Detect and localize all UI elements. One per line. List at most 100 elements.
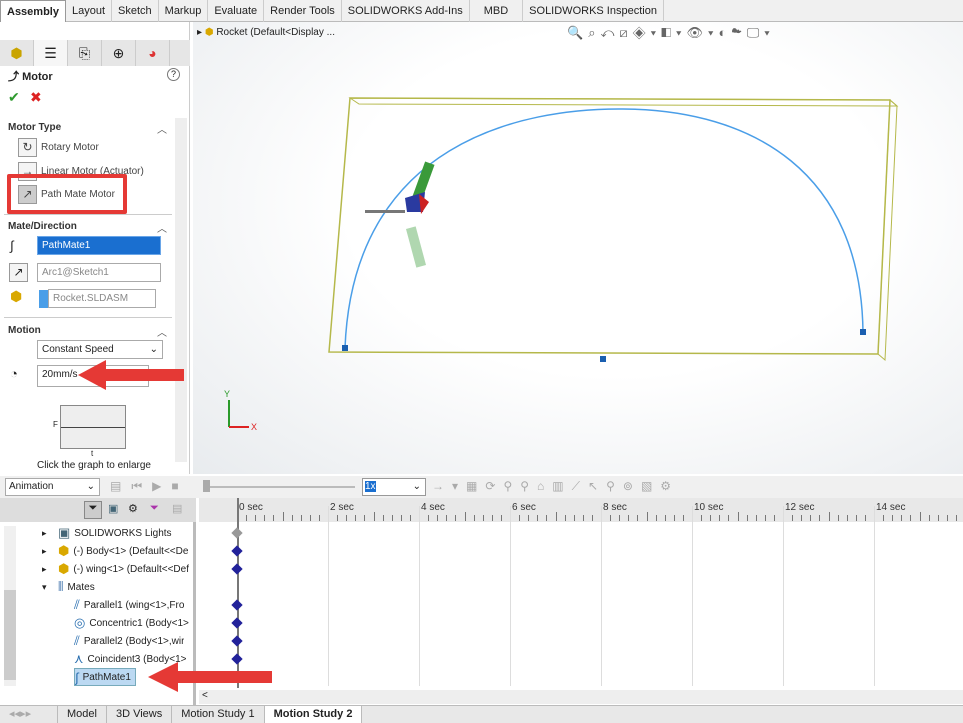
- coincident-icon: ⋏: [74, 651, 84, 666]
- tick: [409, 515, 411, 521]
- calculate-icon: ▤: [110, 479, 132, 493]
- tab-evaluate[interactable]: Evaluate: [208, 0, 265, 22]
- reverse-direction-icon[interactable]: ↗: [9, 263, 28, 282]
- rotary-motor-option[interactable]: ↻ Rotary Motor: [18, 138, 99, 157]
- tick: [919, 512, 921, 521]
- graph-caption: Click the graph to enlarge: [37, 460, 151, 471]
- expand-icon[interactable]: ▸: [42, 564, 54, 575]
- tick: [555, 512, 557, 521]
- keyframe[interactable]: [231, 545, 243, 557]
- motion-type-select[interactable]: Constant Speed ⌄: [37, 340, 163, 359]
- keyframe[interactable]: [231, 635, 243, 647]
- filter-results-icon[interactable]: ▤: [172, 502, 182, 515]
- motion-tools[interactable]: →▾▦⟳⚲⚲⌂▥⟋↖⚲⊚▧⚙: [432, 479, 679, 494]
- tick: [682, 515, 684, 521]
- filter-selected-icon[interactable]: ⏷: [150, 502, 159, 515]
- chevron-down-icon: ⌄: [412, 481, 421, 492]
- tab-assembly[interactable]: Assembly: [0, 0, 66, 22]
- playback-controls[interactable]: ▤⏮▶■: [110, 479, 189, 494]
- tree-scrollbar[interactable]: [4, 526, 16, 686]
- playback-speed-value: 1x: [365, 481, 376, 492]
- tree-row[interactable]: ◎ Concentric1 (Body<1>: [74, 614, 189, 632]
- tab-sketch[interactable]: Sketch: [112, 0, 159, 22]
- tick: [855, 515, 857, 521]
- graphics-area[interactable]: ▸ ⬢ Rocket (Default<Display ... 🔍⌕⤺⧄◈▾◧▾…: [193, 22, 963, 474]
- study-type-select[interactable]: Animation ⌄: [5, 478, 100, 496]
- tick: [273, 515, 275, 521]
- tree-row[interactable]: ▸ ⬢ (-) Body<1> (Default<<De: [42, 542, 188, 560]
- config-manager-tab-icon[interactable]: ⎘: [68, 40, 102, 66]
- direction-field[interactable]: Arc1@Sketch1: [37, 263, 161, 282]
- tab-solidworks-inspection[interactable]: SOLIDWORKS Inspection: [523, 0, 664, 22]
- dimxpert-tab-icon[interactable]: ⊕: [102, 40, 136, 66]
- keyframe[interactable]: [231, 617, 243, 629]
- tick: [837, 515, 839, 521]
- timeline[interactable]: 0 sec 2 sec 4 sec 6 sec 8 sec 10 sec 12 sec 14 …: [199, 498, 963, 706]
- tick: [491, 515, 493, 521]
- tab-solidworks-addins[interactable]: SOLIDWORKS Add-Ins: [342, 0, 470, 22]
- svg-text:X: X: [251, 422, 257, 432]
- tick: [428, 515, 430, 521]
- tab-markup[interactable]: Markup: [159, 0, 209, 22]
- tab-layout[interactable]: Layout: [66, 0, 113, 22]
- appearance-tab-icon[interactable]: ◕: [136, 40, 170, 66]
- tick: [846, 515, 848, 521]
- tick: [528, 515, 530, 521]
- tree-row-label: SOLIDWORKS Lights: [74, 527, 172, 539]
- filter-animated-icon[interactable]: ▣: [108, 502, 118, 515]
- help-button[interactable]: ?: [167, 68, 180, 81]
- tree-row[interactable]: ∫ PathMate1: [74, 668, 136, 686]
- filter-driving-icon[interactable]: ⚙: [128, 502, 138, 515]
- playback-slider[interactable]: [203, 480, 355, 492]
- tab-model[interactable]: Model: [58, 706, 107, 723]
- tick: [646, 512, 648, 521]
- gridline: [601, 506, 602, 686]
- collapse-motion[interactable]: ︿: [157, 324, 167, 339]
- keyframe[interactable]: [231, 563, 243, 575]
- chevron-down-icon: ⌄: [86, 481, 95, 492]
- tree-row[interactable]: ⫽ Parallel1 (wing<1>,Fro: [74, 596, 184, 614]
- expand-icon[interactable]: ▸: [42, 528, 54, 539]
- tree-row-label: Concentric1 (Body<1>: [89, 617, 189, 629]
- tree-row[interactable]: ▸ ⬢ (-) wing<1> (Default<<Def: [42, 560, 189, 578]
- component-field[interactable]: Rocket.SLDASM: [48, 289, 156, 308]
- tab-motion-study-1[interactable]: Motion Study 1: [172, 706, 265, 723]
- feature-tree-tab-icon[interactable]: ⬢: [0, 40, 34, 66]
- tab-render-tools[interactable]: Render Tools: [264, 0, 342, 22]
- gridline: [328, 506, 329, 686]
- expand-icon[interactable]: ▸: [42, 546, 54, 557]
- motor-icon: ⌂: [537, 479, 553, 493]
- ok-button[interactable]: ✔: [8, 89, 20, 106]
- ribbon-tabs: Assembly Layout Sketch Markup Evaluate R…: [0, 0, 963, 22]
- cancel-button[interactable]: ✖: [30, 89, 42, 106]
- collapse-mate-direction[interactable]: ︿: [157, 220, 167, 235]
- collapse-icon[interactable]: ▾: [42, 582, 54, 593]
- motion-graph[interactable]: [60, 405, 126, 449]
- tab-3d-views[interactable]: 3D Views: [107, 706, 173, 723]
- tab-scroll-icons[interactable]: ◂◂▸▸: [0, 706, 58, 723]
- red-arrow: [78, 360, 184, 390]
- timeline-scrollbar[interactable]: <: [199, 690, 963, 704]
- collapse-motor-type[interactable]: ︿: [157, 121, 167, 136]
- keyframe[interactable]: [231, 527, 243, 539]
- tick: [928, 515, 930, 521]
- red-arrow: [148, 662, 272, 692]
- mate-field[interactable]: PathMate1: [37, 236, 161, 255]
- chevron-down-icon: ⌄: [149, 344, 158, 355]
- playback-speed-select[interactable]: 1x ⌄: [362, 478, 426, 496]
- tree-row[interactable]: ▸ ▣ SOLIDWORKS Lights: [42, 524, 172, 542]
- keyframe[interactable]: [231, 599, 243, 611]
- tick: [946, 515, 948, 521]
- pm-scrollbar[interactable]: [175, 118, 187, 462]
- time-label: 2 sec: [330, 502, 354, 513]
- tick: [892, 515, 894, 521]
- tick: [446, 515, 448, 521]
- property-manager-tab-icon[interactable]: ☰: [34, 40, 68, 66]
- tick: [901, 515, 903, 521]
- tab-mbd[interactable]: MBD: [470, 0, 524, 22]
- filter-icon[interactable]: ⏷: [84, 501, 102, 519]
- tree-row[interactable]: ⫽ Parallel2 (Body<1>,wir: [74, 632, 184, 650]
- tree-row[interactable]: ▾ ⫴ Mates: [42, 578, 95, 596]
- settings-icon: ⚙: [660, 479, 680, 493]
- tab-motion-study-2[interactable]: Motion Study 2: [264, 706, 363, 723]
